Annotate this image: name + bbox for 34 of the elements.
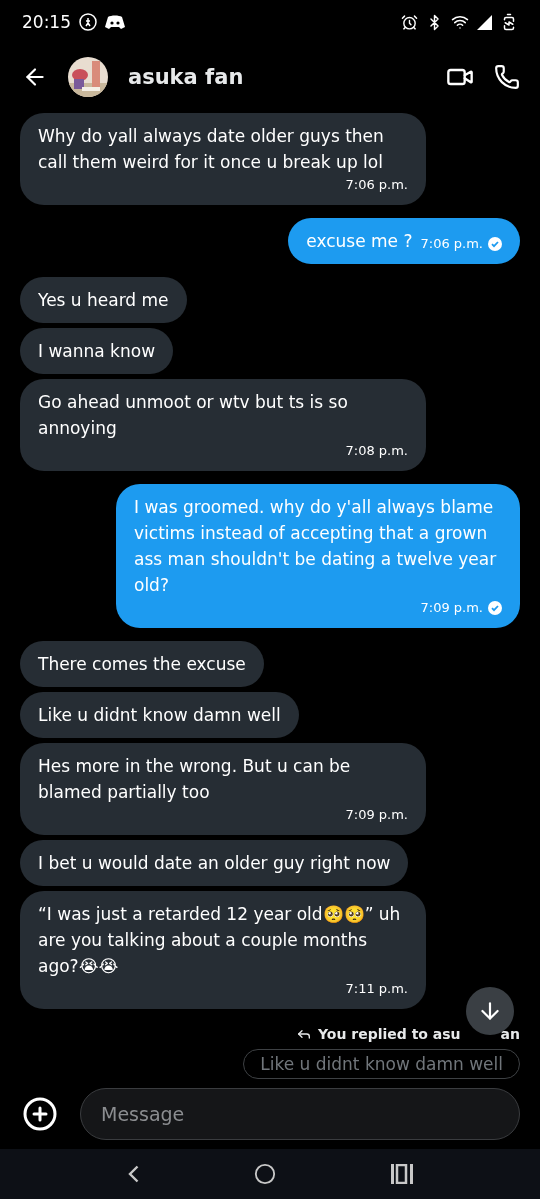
home-button[interactable]	[253, 1162, 276, 1185]
message-text: “I was just a retarded 12 year old🥺🥺” uh are you talking about a couple months ago?😭😭	[38, 903, 402, 979]
wifi-icon	[451, 13, 469, 32]
message-text: I bet u would date an older guy right now	[38, 852, 391, 876]
message-text: Yes u heard me	[38, 289, 169, 313]
message-text: I was groomed. why do y'all always blame victims instead of accepting that a grown ass man shouldn't be dating a twelve year old?	[134, 496, 498, 598]
message-field[interactable]: Message	[80, 1087, 520, 1140]
status-time: 20:15	[22, 12, 71, 33]
message-time: 7:08 p.m.	[345, 442, 408, 461]
check-circle-icon	[488, 601, 502, 616]
recents-icon[interactable]	[390, 1163, 413, 1184]
message-text: Go ahead unmoot or wtv but ts is so annoying	[38, 391, 349, 441]
reply-label: an	[500, 1026, 520, 1043]
message-time: 7:09 p.m.	[420, 599, 483, 618]
message-text: There comes the excuse	[38, 653, 246, 677]
contact-name: asuka fan	[128, 64, 245, 89]
back-icon[interactable]	[127, 1164, 139, 1183]
add-button[interactable]	[22, 1095, 58, 1132]
alarm-icon	[401, 13, 418, 31]
reply-label: You replied to asu	[317, 1026, 461, 1043]
message-time: 7:06 p.m.	[345, 176, 408, 195]
message-text: Hes more in the wrong. But u can be blamed partially too	[38, 755, 352, 805]
message-time: 7:06 p.m.	[420, 235, 483, 254]
walking-icon	[79, 13, 97, 32]
message-time: 7:11 p.m.	[345, 980, 408, 999]
message-text: I wanna know	[38, 340, 156, 364]
message-text: excuse me ?	[306, 230, 413, 254]
message-time: 7:09 p.m.	[345, 806, 408, 825]
check-circle-icon	[488, 237, 502, 252]
message-text: Like u didnt know damn well	[38, 704, 281, 728]
call-button[interactable]	[494, 63, 520, 90]
signal-icon	[477, 14, 492, 30]
controller-icon	[105, 14, 125, 30]
message-text: Why do yall always date older guys then call them weird for it once u break up lol	[38, 125, 385, 175]
